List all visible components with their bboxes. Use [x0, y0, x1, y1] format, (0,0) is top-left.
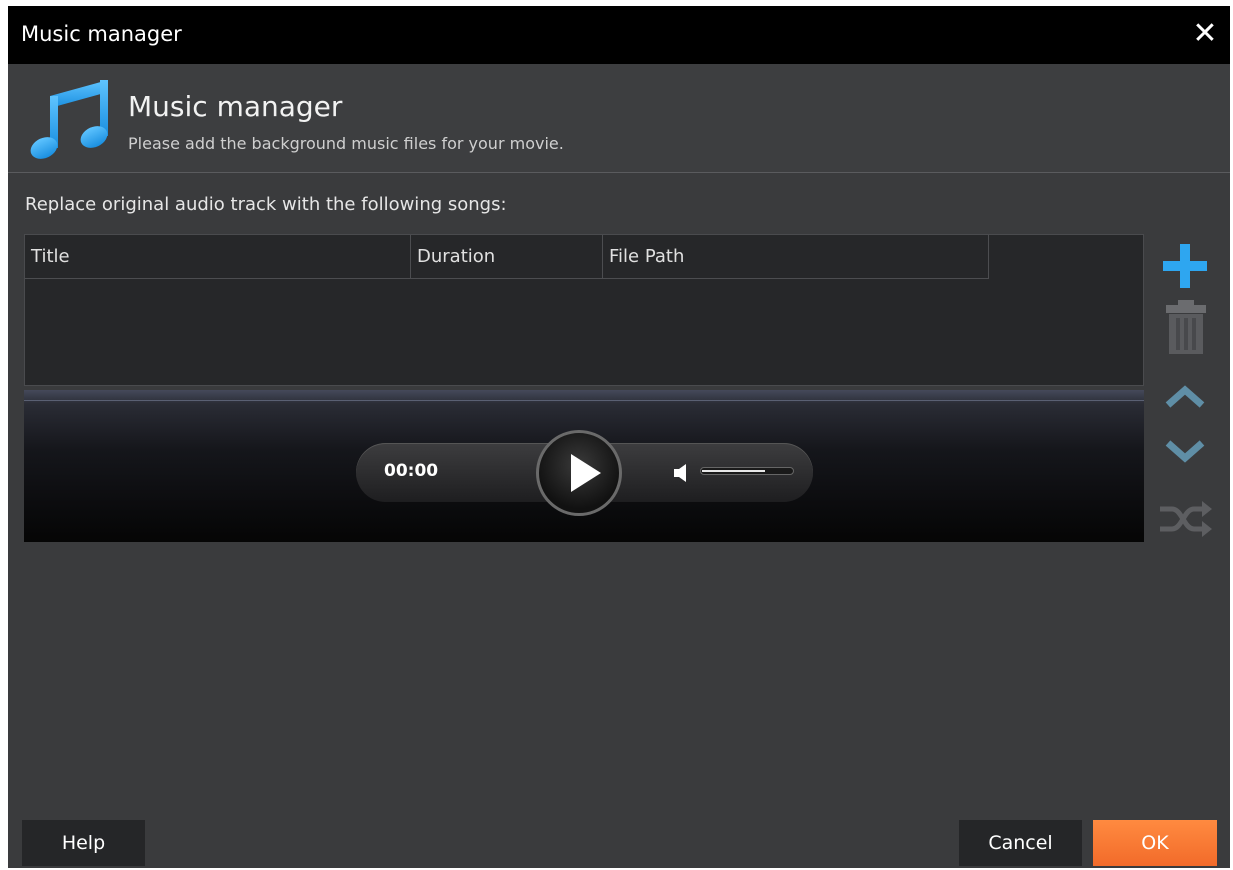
cancel-button[interactable]: Cancel — [959, 820, 1082, 866]
shuffle-icon[interactable] — [1158, 499, 1212, 539]
close-icon[interactable]: ✕ — [1180, 6, 1230, 64]
chevron-up-icon[interactable] — [1164, 384, 1206, 410]
time-display: 00:00 — [384, 461, 439, 481]
title-bar: Music manager ✕ — [8, 6, 1230, 64]
dialog-header: Music manager Please add the background … — [8, 64, 1230, 173]
header-subtitle: Please add the background music files fo… — [128, 134, 564, 153]
music-manager-window: Music manager ✕ Music manager Please add… — [8, 6, 1230, 868]
column-header-duration[interactable]: Duration — [411, 235, 603, 278]
player-divider — [24, 400, 1144, 401]
chevron-down-icon[interactable] — [1164, 438, 1206, 464]
ok-button[interactable]: OK — [1093, 820, 1217, 866]
songs-table[interactable]: Title Duration File Path — [24, 234, 1144, 386]
play-icon — [571, 454, 601, 492]
player-control-bar: 00:00 — [356, 430, 813, 516]
column-header-file-path[interactable]: File Path — [603, 235, 989, 278]
volume-slider-fill — [702, 470, 765, 472]
help-button[interactable]: Help — [22, 820, 145, 866]
window-title: Music manager — [21, 22, 182, 46]
trash-icon[interactable] — [1164, 300, 1208, 354]
add-icon[interactable] — [1161, 242, 1209, 290]
column-header-title[interactable]: Title — [25, 235, 411, 278]
instruction-label: Replace original audio track with the fo… — [25, 194, 507, 215]
play-button[interactable] — [536, 430, 622, 516]
header-title: Music manager — [128, 90, 343, 123]
audio-preview-player: 00:00 — [24, 390, 1144, 542]
table-header: Title Duration File Path — [25, 235, 989, 279]
music-note-icon — [30, 80, 108, 159]
volume-icon[interactable] — [672, 462, 690, 484]
volume-slider[interactable] — [700, 467, 794, 475]
